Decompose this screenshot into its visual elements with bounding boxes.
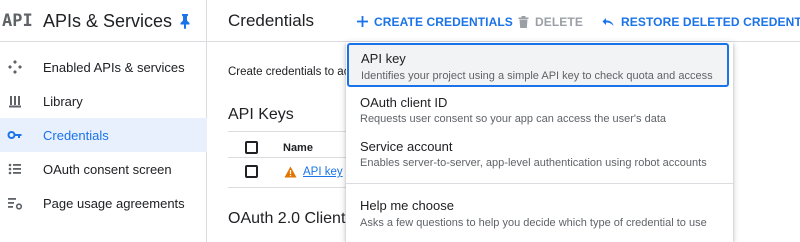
sidebar-item-label: Credentials (43, 128, 109, 143)
sidebar-item-label: Page usage agreements (43, 196, 185, 211)
menu-item-api-key[interactable]: API key Identifies your project using a … (347, 43, 729, 87)
menu-item-title: OAuth client ID (360, 95, 448, 110)
sidebar: API APIs & Services Enabled APIs & servi… (0, 0, 207, 242)
menu-item-description: Enables server-to-server, app-level auth… (360, 157, 707, 169)
sidebar-item-label: OAuth consent screen (43, 162, 172, 177)
consent-icon (8, 163, 21, 175)
api-key-link[interactable]: API key (303, 166, 343, 178)
delete-button[interactable]: DELETE (518, 14, 583, 29)
sidebar-item-credentials[interactable]: Credentials (0, 118, 207, 152)
menu-item-oauth-client-id[interactable]: OAuth client ID Requests user consent so… (346, 88, 733, 130)
sidebar-title: APIs & Services (43, 11, 173, 31)
plus-icon (357, 16, 368, 28)
table-divider (228, 187, 358, 188)
intro-text: Create credentials to access your enable… (228, 66, 348, 78)
toolbar: Credentials CREATE CREDENTIALS DELETE RE… (207, 0, 800, 42)
create-credentials-menu: API key Identifies your project using a … (346, 42, 733, 242)
sidebar-item-label: Library (43, 94, 83, 109)
sidebar-item-label: Enabled APIs & services (43, 60, 185, 75)
menu-item-description: Identifies your project using a simple A… (361, 70, 713, 82)
sidebar-item-oauth-consent[interactable]: OAuth consent screen (0, 152, 207, 186)
create-credentials-label: CREATE CREDENTIALS (374, 14, 513, 29)
select-all-checkbox[interactable] (245, 141, 258, 154)
warning-icon (284, 166, 297, 178)
menu-item-description: Asks a few questions to help you decide … (360, 217, 707, 229)
sidebar-item-library[interactable]: Library (0, 84, 207, 118)
menu-divider (346, 183, 733, 184)
sidebar-header: API APIs & Services (0, 0, 207, 42)
key-icon (7, 131, 22, 139)
menu-item-title: API key (361, 51, 406, 66)
row-checkbox[interactable] (245, 165, 258, 178)
menu-item-title: Service account (360, 139, 453, 154)
diamond-grid-icon (8, 60, 22, 74)
undo-icon (602, 17, 614, 26)
menu-item-description: Requests user consent so your app can ac… (360, 113, 666, 125)
table-divider (228, 131, 358, 132)
page-title: Credentials (228, 11, 314, 30)
menu-item-help-me-choose[interactable]: Help me choose Asks a few questions to h… (346, 192, 733, 236)
restore-deleted-credentials-button[interactable]: RESTORE DELETED CREDENTIALS (602, 14, 800, 29)
api-logo: API (2, 11, 33, 31)
settings-list-icon (8, 198, 23, 210)
sidebar-item-page-usage[interactable]: Page usage agreements (0, 186, 207, 220)
pin-icon[interactable] (178, 13, 192, 29)
trash-icon (518, 15, 529, 28)
delete-label: DELETE (535, 14, 583, 29)
menu-item-service-account[interactable]: Service account Enables server-to-server… (346, 132, 733, 176)
restore-label: RESTORE DELETED CREDENTIALS (621, 14, 800, 29)
create-credentials-button[interactable]: CREATE CREDENTIALS (357, 14, 513, 29)
column-header-name: Name (283, 142, 313, 154)
oauth-client-ids-heading: OAuth 2.0 Client IDs (228, 210, 348, 227)
table-divider (228, 157, 358, 158)
sidebar-item-enabled-apis[interactable]: Enabled APIs & services (0, 50, 207, 84)
library-icon (9, 96, 21, 108)
api-keys-heading: API Keys (228, 106, 294, 123)
menu-item-title: Help me choose (360, 198, 454, 213)
